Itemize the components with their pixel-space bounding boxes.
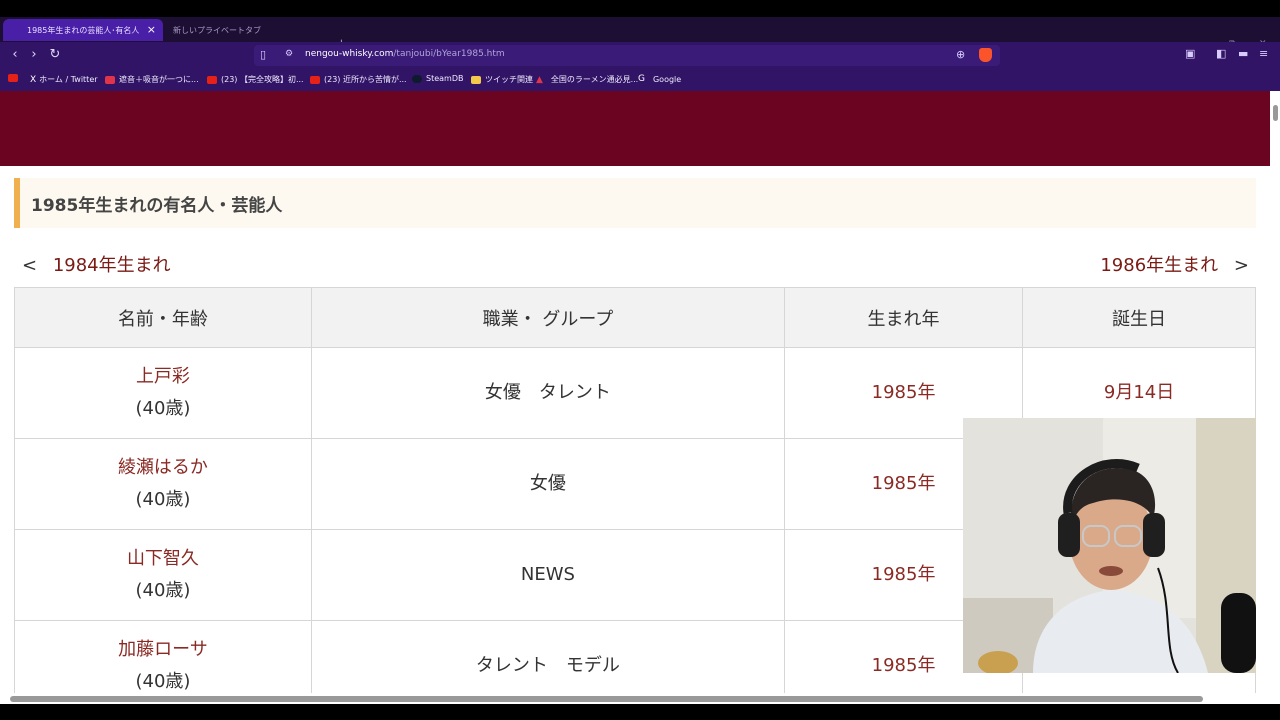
youtube-icon	[310, 75, 320, 84]
next-arrow: >	[1233, 255, 1249, 276]
name-cell: 山下智久 (40歳)	[14, 529, 312, 621]
scroll-thumb[interactable]	[10, 696, 1203, 702]
tab-close-icon[interactable]: ×	[147, 23, 156, 36]
age-text: (40歳)	[135, 398, 191, 419]
ramen-icon: ▲	[536, 74, 543, 85]
heading-box: 1985年生まれの有名人・芸能人	[14, 178, 1256, 228]
header-job: 職業・ グループ	[310, 287, 785, 348]
age-text: (40歳)	[135, 671, 191, 692]
x-icon: X	[30, 74, 37, 85]
prev-year-label: 1984年生まれ	[52, 255, 171, 276]
job-cell: タレント モデル	[310, 620, 785, 693]
bookmark-icon[interactable]: ▯	[260, 48, 266, 61]
year-link[interactable]: 1985年	[872, 564, 936, 585]
bookmark-guide[interactable]: (23) 【完全攻略】初...	[207, 74, 304, 85]
page-title: 1985年生まれの有名人・芸能人	[31, 196, 283, 216]
name-cell: 上戸彩 (40歳)	[14, 347, 312, 439]
vertical-scrollbar[interactable]	[1270, 91, 1280, 693]
bookmark-label: (23) 近所から苦情が...	[324, 75, 407, 84]
header-name-age: 名前・年齢	[14, 287, 312, 348]
prev-arrow: <	[22, 255, 38, 276]
bookmark-complaint[interactable]: (23) 近所から苦情が...	[310, 74, 407, 85]
bookmarks-bar: X ホーム / Twitter 遮音＋吸音が一つに... (23) 【完全攻略】初…	[0, 69, 1280, 91]
bookmark-twitch[interactable]: ツイッチ関連	[471, 74, 533, 85]
tab-strip: 1985年生まれの芸能人･有名人の… × 新しいプライベートタブ + – ⧉ ✕	[0, 17, 1280, 52]
next-year-link[interactable]: 1986年生まれ >	[1100, 251, 1249, 277]
bookmark-label: SteamDB	[426, 74, 464, 83]
web-page: 1985年生まれの有名人・芸能人 < 1984年生まれ 1986年生まれ > 名…	[0, 91, 1270, 693]
age-text: (40歳)	[135, 580, 191, 601]
webcam-overlay	[963, 418, 1256, 673]
youtube-icon	[207, 75, 217, 84]
birthday-link[interactable]: 9月14日	[1104, 382, 1174, 403]
year-link[interactable]: 1985年	[872, 655, 936, 676]
youtube-icon	[8, 74, 18, 82]
job-cell: 女優	[310, 438, 785, 530]
sidebar-icon[interactable]: ▣	[1185, 47, 1195, 60]
header-birthday: 誕生日	[1022, 287, 1256, 348]
forward-icon[interactable]: ›	[26, 47, 42, 63]
site-info-icon[interactable]: ⚙	[285, 49, 293, 59]
zoom-icon[interactable]: ⊕	[956, 48, 965, 61]
tab-private[interactable]: 新しいプライベートタブ	[165, 19, 335, 41]
year-link[interactable]: 1985年	[872, 382, 936, 403]
year-link[interactable]: 1985年	[872, 473, 936, 494]
job-cell: 女優 タレント	[310, 347, 785, 439]
site-banner	[0, 91, 1270, 166]
wallet-icon[interactable]: ▬	[1238, 47, 1248, 60]
screen-top-bar	[0, 0, 1280, 17]
name-link[interactable]: 山下智久	[127, 548, 199, 569]
browser-toolbar: ‹ › ↻ ▯ ⚙ nengou-whisky.com/tanjoubi/bYe…	[0, 42, 1280, 69]
bookmark-label: 全国のラーメン通必見...	[550, 75, 639, 84]
horizontal-scrollbar[interactable]	[0, 693, 1280, 704]
prev-year-link[interactable]: < 1984年生まれ	[22, 251, 171, 277]
url-path: /tanjoubi/bYear1985.htm	[393, 49, 505, 59]
bookmark-label: ツイッチ関連	[485, 75, 533, 84]
reload-icon[interactable]: ↻	[47, 47, 63, 63]
tab-active[interactable]: 1985年生まれの芸能人･有名人の… ×	[3, 19, 163, 41]
job-cell: NEWS	[310, 529, 785, 621]
name-link[interactable]: 綾瀬はるか	[118, 457, 208, 478]
address-bar[interactable]: ▯ ⚙ nengou-whisky.com/tanjoubi/bYear1985…	[254, 45, 1000, 66]
webcam-person-image	[963, 418, 1256, 673]
bookmark-ramen[interactable]: ▲ 全国のラーメン通必見...	[536, 74, 638, 85]
bookmark-google[interactable]: G Google	[638, 74, 681, 84]
menu-icon[interactable]: ≡	[1259, 47, 1268, 60]
url-text[interactable]: nengou-whisky.com/tanjoubi/bYear1985.htm	[305, 49, 505, 59]
next-year-label: 1986年生まれ	[1100, 255, 1219, 276]
name-link[interactable]: 上戸彩	[136, 366, 190, 387]
panel-icon[interactable]: ◧	[1216, 47, 1226, 60]
bookmark-label: ホーム / Twitter	[39, 75, 98, 84]
bookmark-label: 遮音＋吸音が一つに...	[119, 75, 199, 84]
bookmark-label: Google	[652, 74, 682, 84]
back-icon[interactable]: ‹	[7, 47, 23, 63]
bookmark-youtube[interactable]	[8, 74, 22, 82]
scroll-thumb[interactable]	[1273, 105, 1278, 121]
google-icon: G	[638, 74, 645, 84]
url-host: nengou-whisky.com	[305, 49, 394, 59]
bookmark-soundproof[interactable]: 遮音＋吸音が一つに...	[105, 74, 199, 85]
name-link[interactable]: 加藤ローサ	[118, 639, 208, 660]
screen-bottom-bar	[0, 704, 1280, 720]
header-year: 生まれ年	[783, 287, 1024, 348]
age-text: (40歳)	[135, 489, 191, 510]
folder-icon	[471, 75, 481, 84]
steam-icon	[412, 74, 422, 83]
bookmark-label: (23) 【完全攻略】初...	[221, 75, 304, 84]
name-cell: 加藤ローサ (40歳)	[14, 620, 312, 693]
red-icon	[105, 75, 115, 84]
tab-title: 新しいプライベートタブ	[173, 25, 261, 35]
bookmark-steamdb[interactable]: SteamDB	[412, 74, 463, 83]
bookmark-twitter[interactable]: X ホーム / Twitter	[30, 74, 98, 85]
table-header-row: 名前・年齢 職業・ グループ 生まれ年 誕生日	[14, 287, 1256, 348]
brave-shield-icon[interactable]	[979, 48, 992, 62]
tab-title: 1985年生まれの芸能人･有名人の…	[27, 25, 139, 35]
name-cell: 綾瀬はるか (40歳)	[14, 438, 312, 530]
